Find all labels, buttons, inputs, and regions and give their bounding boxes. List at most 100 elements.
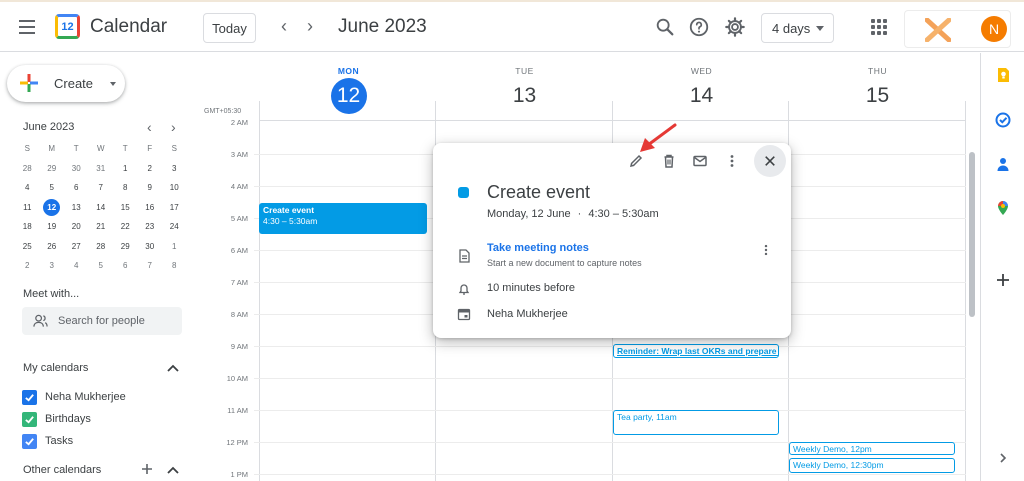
calendar-item-birthdays[interactable]: Birthdays [22,411,91,427]
event-weekly-demo-12pm[interactable]: Weekly Demo, 12pm [789,442,955,455]
mini-calendar-next-button[interactable]: › [171,119,176,135]
mini-calendar-day[interactable]: 4 [15,178,40,198]
view-selector[interactable]: 4 days [761,13,834,43]
mini-calendar-day[interactable]: 25 [15,237,40,257]
mini-calendar-day[interactable]: 10 [162,178,187,198]
chevron-up-icon[interactable] [167,364,179,372]
next-period-button[interactable]: › [300,16,320,38]
create-button[interactable]: Create [7,65,125,102]
mini-calendar-day[interactable]: 28 [15,159,40,179]
event-time: 4:30 – 5:30am [263,216,318,226]
mini-calendar-day[interactable]: 29 [40,159,65,179]
mini-calendar-day[interactable]: 5 [89,256,114,276]
mini-calendar-day[interactable]: 5 [40,178,65,198]
previous-period-button[interactable]: ‹ [274,16,294,38]
mini-calendar-day[interactable]: 6 [113,256,138,276]
day-number[interactable]: 13 [507,78,543,114]
add-addon-icon[interactable] [995,272,1011,288]
search-icon[interactable] [654,16,676,38]
calendar-item-neha[interactable]: Neha Mukherjee [22,389,126,405]
mini-calendar-day[interactable]: 7 [138,256,163,276]
mini-calendar-day[interactable]: 13 [64,198,89,218]
mini-calendar-day[interactable]: 8 [162,256,187,276]
apps-icon[interactable] [871,19,887,35]
keep-icon[interactable] [995,67,1011,83]
mini-calendar-day[interactable]: 1 [162,237,187,257]
mini-calendar-day[interactable]: 14 [89,198,114,218]
grid-scrollbar[interactable] [969,152,975,317]
mini-calendar-day[interactable]: 16 [138,198,163,218]
search-people-input[interactable]: Search for people [22,307,182,335]
hour-label: 11 AM [227,406,248,415]
mini-calendar-day[interactable]: 22 [113,217,138,237]
more-options-icon[interactable] [724,153,740,169]
mini-calendar-day[interactable]: 1 [113,159,138,179]
hour-line [254,346,966,347]
mini-calendar-day[interactable]: 30 [64,159,89,179]
mini-calendar-day[interactable]: 19 [40,217,65,237]
mini-calendar-day[interactable]: 3 [162,159,187,179]
event-create-event[interactable]: Create event 4:30 – 5:30am [259,203,427,234]
mini-calendar-day[interactable]: 20 [64,217,89,237]
event-time-range: 4:30 – 5:30am [588,208,659,220]
mini-calendar-day[interactable]: 30 [138,237,163,257]
mini-calendar-day[interactable]: 31 [89,159,114,179]
mini-calendar-day[interactable]: 27 [64,237,89,257]
avatar[interactable]: N [981,16,1007,42]
mini-calendar-day[interactable]: 15 [113,198,138,218]
mini-calendar-day[interactable]: 6 [64,178,89,198]
maps-icon[interactable] [995,200,1011,216]
mini-calendar-day[interactable]: 24 [162,217,187,237]
calendar-item-label: Tasks [45,435,74,447]
chevron-down-icon [816,26,824,31]
close-icon [765,156,775,166]
mini-calendar-day[interactable]: 21 [89,217,114,237]
reminder-text: 10 minutes before [487,282,576,294]
other-calendars-title[interactable]: Other calendars [23,464,101,476]
help-icon[interactable] [688,16,710,38]
take-meeting-notes-link[interactable]: Take meeting notes [487,242,589,254]
tasks-icon[interactable] [995,112,1011,128]
mini-calendar-day[interactable]: 26 [40,237,65,257]
mini-calendar-day[interactable]: 11 [15,198,40,218]
mini-calendar-day[interactable]: 28 [89,237,114,257]
mini-calendar-prev-button[interactable]: ‹ [147,119,152,135]
settings-icon[interactable] [724,16,746,38]
mini-calendar-day[interactable]: 12 [40,198,65,218]
chevron-up-icon[interactable] [167,466,179,474]
calendar-item-tasks[interactable]: Tasks [22,433,73,449]
chevron-right-icon[interactable] [997,452,1009,464]
add-calendar-icon[interactable] [141,463,153,475]
day-number[interactable]: 12 [330,78,367,114]
checkbox-checked-icon[interactable] [22,433,37,449]
contacts-icon[interactable] [995,156,1011,172]
mini-calendar-day[interactable]: 17 [162,198,187,218]
meet-with-title: Meet with... [23,288,80,300]
checkbox-checked-icon[interactable] [22,389,37,405]
mini-calendar-day[interactable]: 18 [15,217,40,237]
my-calendars-title[interactable]: My calendars [23,362,88,374]
day-number[interactable]: 15 [860,78,896,114]
event-weekly-demo-1230pm[interactable]: Weekly Demo, 12:30pm [789,458,955,473]
mini-calendar-day[interactable]: 8 [113,178,138,198]
mini-calendar-day[interactable]: 2 [15,256,40,276]
mini-calendar-day[interactable]: 29 [113,237,138,257]
mini-calendar-day[interactable]: 3 [40,256,65,276]
event-time: 12:30pm [850,460,884,470]
event-tea-party[interactable]: Tea party, 11am [613,410,779,435]
calendar-logo-icon[interactable]: 12 [55,14,80,39]
mini-calendar-day[interactable]: 23 [138,217,163,237]
mini-calendar-day[interactable]: 7 [89,178,114,198]
mini-calendar-day[interactable]: 9 [138,178,163,198]
today-button[interactable]: Today [203,13,256,43]
email-icon[interactable] [692,153,708,169]
event-reminder[interactable]: Reminder: Wrap last OKRs and prepare n [613,344,779,358]
menu-icon[interactable] [15,15,39,39]
mini-calendar-day[interactable]: 4 [64,256,89,276]
close-button[interactable] [754,145,786,177]
checkbox-checked-icon[interactable] [22,411,37,427]
day-number[interactable]: 14 [684,78,720,114]
document-icon [459,249,470,263]
more-options-icon[interactable] [759,243,773,257]
mini-calendar-day[interactable]: 2 [138,159,163,179]
